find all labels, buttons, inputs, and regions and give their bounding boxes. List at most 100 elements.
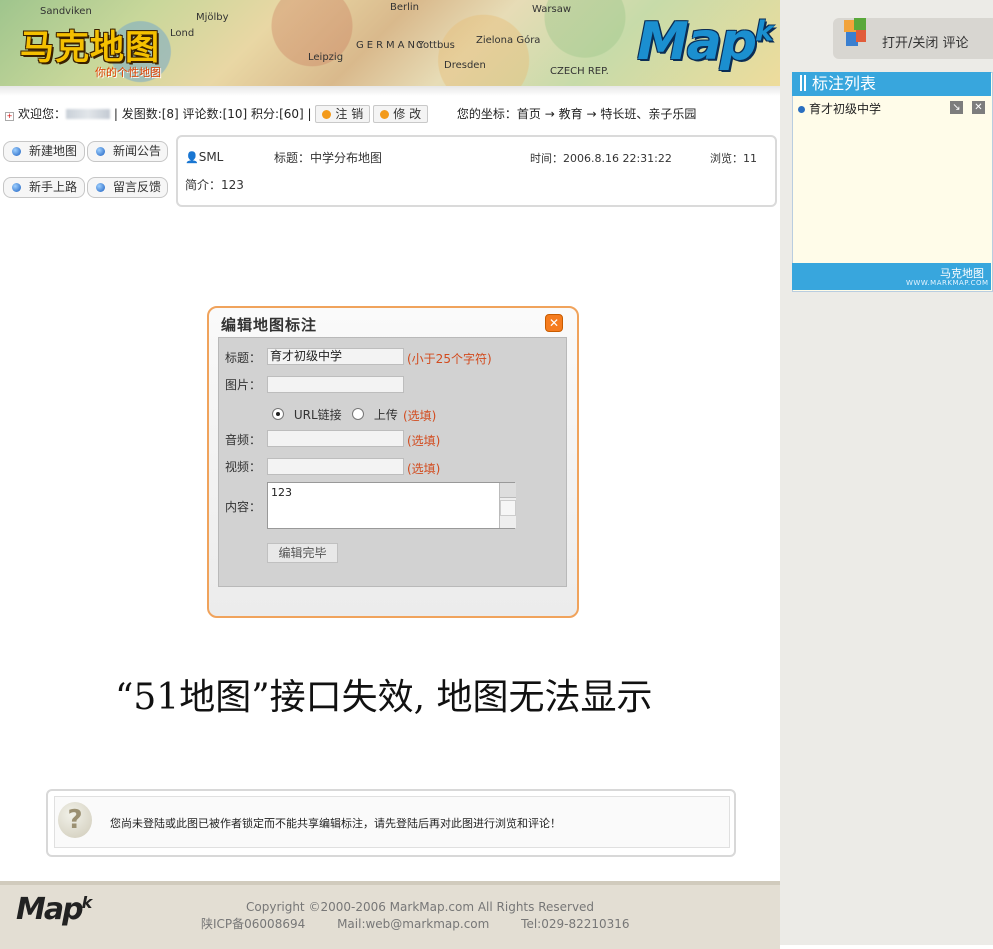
map-label: Lond bbox=[170, 28, 195, 39]
plus-icon: + bbox=[5, 112, 14, 121]
audio-hint: (选填) bbox=[407, 434, 441, 448]
breadcrumb-arrow: → bbox=[586, 107, 597, 121]
breadcrumb-current[interactable]: 特长班、亲子乐园 bbox=[600, 107, 696, 121]
map-info-box bbox=[176, 135, 777, 207]
close-icon[interactable]: ✕ bbox=[545, 314, 563, 332]
bullet-icon bbox=[798, 106, 805, 113]
mark-list-header: 标注列表 bbox=[792, 72, 991, 96]
video-input[interactable] bbox=[267, 458, 404, 475]
content-textarea[interactable]: 123 bbox=[267, 482, 515, 529]
map-intro: 简介：123 bbox=[185, 178, 244, 192]
image-label: 图片： bbox=[225, 378, 262, 392]
location-label: 您的坐标： bbox=[456, 107, 517, 121]
radio-url-dot[interactable] bbox=[272, 408, 284, 420]
feedback-label: 留言反馈 bbox=[113, 180, 162, 194]
site-logo-en[interactable]: Mapk bbox=[637, 12, 774, 72]
radio-upload[interactable]: 上传 bbox=[352, 406, 398, 423]
map-error-message: “51地图”接口失效, 地图无法显示 bbox=[115, 677, 653, 718]
video-label: 视频： bbox=[225, 460, 262, 474]
feedback-button[interactable]: 留言反馈 bbox=[87, 177, 168, 198]
map-author[interactable]: 👤SML bbox=[185, 150, 223, 164]
logout-button[interactable]: 注 销 bbox=[315, 105, 371, 123]
image-input[interactable] bbox=[267, 376, 404, 393]
done-button[interactable]: 编辑完毕 bbox=[267, 543, 338, 563]
textarea-scrollbar[interactable] bbox=[499, 483, 516, 528]
username-blurred bbox=[66, 109, 111, 119]
map-label: Warsaw bbox=[532, 4, 572, 15]
upload-hint: (选填) bbox=[403, 409, 437, 423]
logo-en-sup: k bbox=[755, 14, 774, 48]
footer-contact: 陕ICP备06008694 Mail:web@markmap.com Tel:0… bbox=[201, 915, 630, 932]
scroll-up-arrow[interactable] bbox=[500, 483, 516, 498]
map-label: GERMANY bbox=[356, 40, 428, 51]
map-label: CZECH REP. bbox=[550, 66, 609, 77]
map-label: Dresden bbox=[444, 60, 486, 71]
title-hint: (小于25个字符) bbox=[407, 352, 492, 366]
arrow-icon bbox=[322, 110, 332, 119]
map-time: 时间：2006.8.16 22:31:22 bbox=[530, 152, 672, 165]
login-notice-text: 您尚未登陆或此图已被作者锁定而不能共享编辑标注，请先登陆后再对此图进行浏览和评论… bbox=[110, 817, 561, 830]
question-icon: ? bbox=[58, 802, 92, 838]
delete-mark-icon[interactable]: ✕ bbox=[972, 101, 985, 114]
audio-label: 音频： bbox=[225, 433, 262, 447]
audio-input[interactable] bbox=[267, 430, 404, 447]
video-hint: (选填) bbox=[407, 462, 441, 476]
map-label: Zielona Góra bbox=[476, 35, 541, 46]
map-author-name: SML bbox=[198, 150, 224, 164]
banner-fade bbox=[0, 86, 780, 96]
site-slogan: 你的个性地图 bbox=[95, 66, 161, 79]
footer-logo[interactable]: Mapk bbox=[16, 892, 93, 927]
guide-label: 新手上路 bbox=[29, 180, 78, 194]
mark-list-item-label[interactable]: 育才初级中学 bbox=[809, 102, 881, 116]
title-input[interactable]: 育才初级中学 bbox=[267, 348, 404, 365]
toggle-comments-label[interactable]: 打开/关闭 评论 bbox=[882, 32, 969, 51]
footer-tel: Tel:029-82210316 bbox=[521, 917, 630, 931]
map-label: Mjölby bbox=[196, 12, 229, 23]
footer-icp: 陕ICP备06008694 bbox=[201, 917, 306, 931]
map-title: 标题：中学分布地图 bbox=[274, 151, 383, 165]
dialog-title: 编辑地图标注 bbox=[221, 316, 318, 334]
map-label: Berlin bbox=[390, 2, 420, 13]
news-button[interactable]: 新闻公告 bbox=[87, 141, 168, 162]
breadcrumb-education[interactable]: 教育 bbox=[559, 107, 583, 121]
map-label: Leipzig bbox=[308, 52, 344, 63]
mark-list-item[interactable]: 育才初级中学 bbox=[798, 100, 881, 117]
grip-icon bbox=[800, 75, 806, 91]
new-map-button[interactable]: 新建地图 bbox=[3, 141, 85, 162]
site-logo-cn[interactable]: 马克地图 bbox=[20, 20, 160, 69]
footer-logo-text: Map bbox=[16, 892, 84, 927]
globe-icon bbox=[96, 147, 105, 156]
guide-button[interactable]: 新手上路 bbox=[3, 177, 85, 198]
modify-button[interactable]: 修 改 bbox=[373, 105, 429, 123]
breadcrumb-home[interactable]: 首页 bbox=[517, 107, 541, 121]
modify-label: 修 改 bbox=[393, 107, 422, 121]
scroll-thumb[interactable] bbox=[500, 500, 516, 516]
user-icon: 👤 bbox=[185, 151, 199, 164]
title-label: 标题： bbox=[225, 351, 262, 365]
radio-upload-dot[interactable] bbox=[352, 408, 364, 420]
breadcrumb-arrow: → bbox=[544, 107, 555, 121]
new-map-label: 新建地图 bbox=[29, 144, 78, 158]
puzzle-icon bbox=[840, 12, 870, 54]
logout-label: 注 销 bbox=[335, 107, 364, 121]
footer-mail[interactable]: Mail:web@markmap.com bbox=[337, 917, 489, 931]
footer-copyright: Copyright ©2000-2006 MarkMap.com All Rig… bbox=[246, 900, 595, 914]
globe-icon bbox=[12, 183, 21, 192]
footer-logo-sup: k bbox=[81, 893, 93, 912]
map-label: Sandviken bbox=[40, 6, 92, 17]
mark-list-footer-url: WWW.MARKMAP.COM bbox=[906, 279, 989, 287]
user-bar: + 欢迎您： | 发图数:[8] 评论数:[10] 积分:[60] | 注 销 修 … bbox=[5, 105, 696, 123]
user-stats: | 发图数:[8] 评论数:[10] 积分:[60] | bbox=[113, 107, 312, 121]
welcome-label: 欢迎您： bbox=[18, 107, 67, 121]
globe-icon bbox=[96, 183, 105, 192]
map-views: 浏览：11 bbox=[710, 152, 757, 165]
radio-upload-label: 上传 bbox=[373, 408, 398, 422]
logo-en-text: Map bbox=[637, 12, 757, 72]
news-label: 新闻公告 bbox=[113, 144, 162, 158]
mark-list-title: 标注列表 bbox=[812, 74, 877, 93]
radio-url[interactable]: URL链接 bbox=[272, 406, 342, 423]
content-label: 内容： bbox=[225, 500, 262, 514]
radio-url-label: URL链接 bbox=[293, 408, 342, 422]
arrow-icon bbox=[380, 110, 390, 119]
locate-mark-icon[interactable]: ↘ bbox=[950, 101, 963, 114]
